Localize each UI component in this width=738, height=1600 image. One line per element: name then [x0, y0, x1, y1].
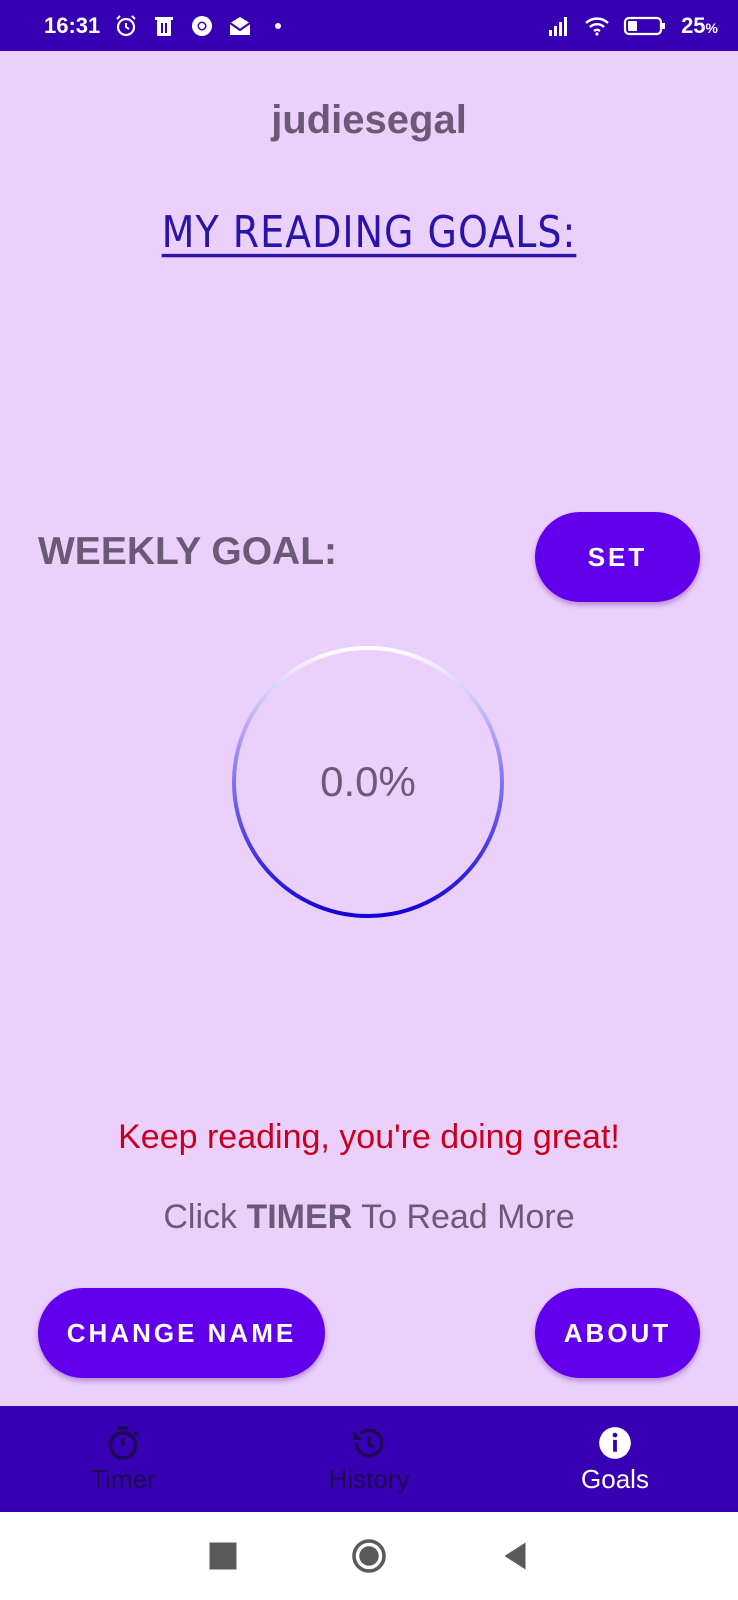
weekly-goal-label: WEEKLY GOAL: [38, 530, 338, 573]
alarm-icon [114, 14, 138, 38]
mail-icon [228, 14, 252, 38]
nav-item-history[interactable]: History [246, 1406, 492, 1512]
status-left: 16:31 [44, 13, 290, 39]
info-icon [599, 1426, 631, 1459]
bottom-nav: Timer History Goals [0, 1406, 738, 1512]
dot-icon [266, 14, 290, 38]
wifi-icon [585, 14, 609, 38]
timer-hint-bold: TIMER [246, 1198, 353, 1236]
about-button[interactable]: ABOUT [535, 1288, 700, 1378]
page-title: MY READING GOALS: [161, 206, 577, 258]
chrome-icon [190, 14, 214, 38]
username-label: judiesegal [271, 98, 467, 142]
battery-icon [623, 14, 667, 38]
nav-item-timer[interactable]: Timer [0, 1406, 246, 1512]
stopwatch-icon [108, 1425, 139, 1460]
battery-percent: 25% [681, 12, 718, 38]
home-circle-icon[interactable] [351, 1538, 387, 1574]
recents-square-icon[interactable] [205, 1538, 241, 1574]
trash-icon [152, 14, 176, 38]
nav-item-label: Goals [581, 1463, 649, 1494]
signal-icon [547, 14, 571, 38]
history-icon [353, 1428, 384, 1457]
status-time: 16:31 [44, 12, 101, 38]
progress-circle: 0.0% [230, 644, 506, 920]
encouragement-text: Keep reading, you're doing great! [118, 1118, 620, 1156]
back-triangle-icon[interactable] [497, 1538, 533, 1574]
status-bar: 16:31 25% [0, 0, 738, 51]
progress-percent: 0.0% [320, 758, 416, 805]
status-right: 25% [547, 13, 718, 39]
change-name-button[interactable]: CHANGE NAME [38, 1288, 325, 1378]
nav-item-label: Timer [90, 1463, 156, 1494]
system-nav-bar [0, 1512, 738, 1600]
nav-item-goals[interactable]: Goals [492, 1406, 738, 1512]
nav-item-label: History [328, 1463, 410, 1494]
timer-hint: Click TIMER To Read More [163, 1198, 575, 1236]
set-goal-button[interactable]: SET [535, 512, 700, 602]
